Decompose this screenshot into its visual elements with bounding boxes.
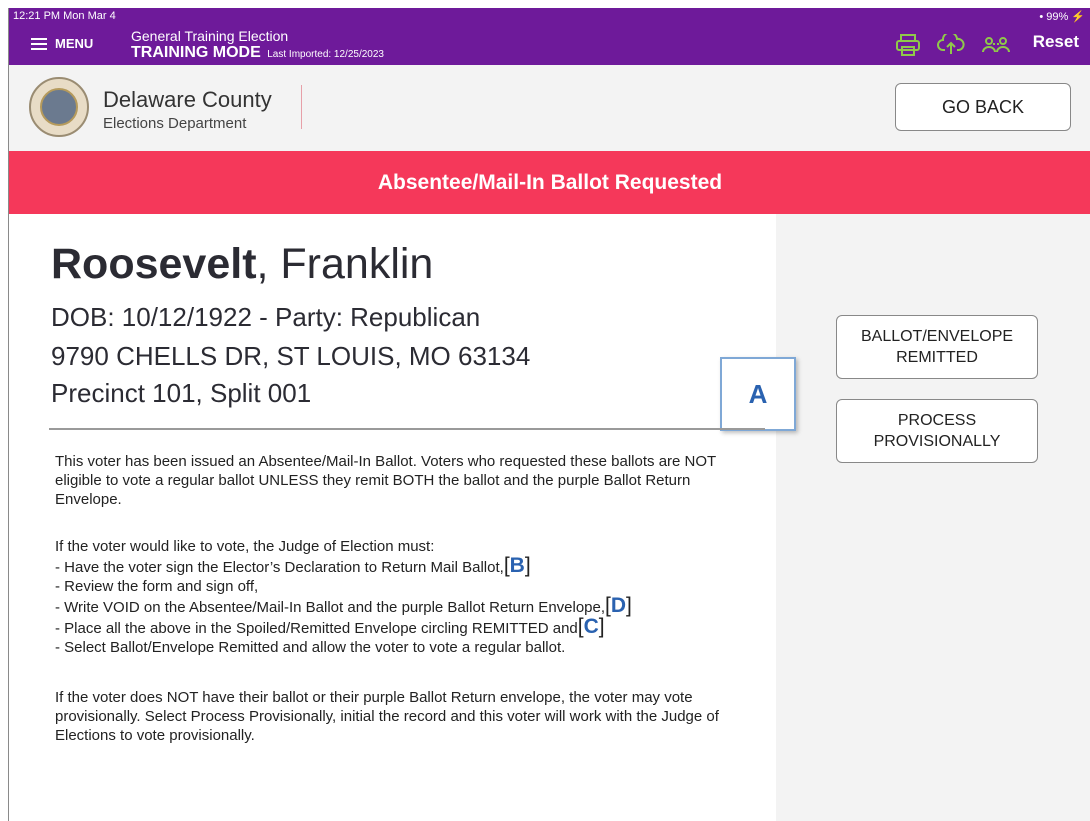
training-line: TRAINING MODE Last Imported: 12/25/2023 (131, 44, 384, 62)
go-back-button[interactable]: GO BACK (895, 83, 1071, 131)
top-bar: 12:21 PM Mon Mar 4 • 99% ⚡ MENU General … (9, 8, 1090, 65)
provisional-paragraph: If the voter does NOT have their ballot … (55, 688, 755, 745)
org-name: Delaware County (103, 87, 272, 112)
last-imported: Last Imported: 12/25/2023 (267, 49, 384, 60)
actions-panel (776, 214, 1090, 821)
reset-button[interactable]: Reset (1033, 32, 1079, 52)
provisional-text: If the voter does NOT have their ballot … (55, 689, 719, 744)
voter-last-name: Roosevelt (51, 240, 257, 288)
judge-instructions: If the voter would like to vote, the Jud… (55, 537, 755, 657)
annotation-a: A (720, 357, 796, 431)
voter-address: 9790 CHELLS DR, ST LOUIS, MO 63134 (51, 341, 531, 371)
cloud-upload-icon[interactable] (937, 34, 965, 56)
voter-first-name: , Franklin (256, 240, 434, 288)
ballot-envelope-remitted-button[interactable]: BALLOT/ENVELOPE REMITTED (836, 315, 1038, 379)
annotation-c: [C] (577, 615, 605, 638)
instructions-intro: If the voter would like to vote, the Jud… (55, 538, 435, 555)
header-divider (301, 85, 302, 129)
eligibility-paragraph: This voter has been issued an Absentee/M… (55, 452, 755, 509)
election-title: General Training Election (131, 28, 289, 44)
org-header: Delaware County Elections Department GO … (9, 65, 1090, 152)
step-item: - Review the form and sign off, (55, 578, 259, 595)
provisional-label-line1: PROCESS (897, 412, 977, 429)
step-item: - Have the voter sign the Elector’s Decl… (55, 554, 531, 577)
training-mode-label: TRAINING MODE (131, 44, 261, 61)
printer-icon[interactable] (895, 34, 921, 56)
status-banner: Absentee/Mail-In Ballot Requested (9, 151, 1090, 214)
top-icons (895, 34, 1011, 56)
annotation-d: [D] (605, 594, 632, 617)
hamburger-icon (31, 37, 47, 50)
step-item: - Place all the above in the Spoiled/Rem… (55, 615, 605, 638)
org-department: Elections Department (103, 115, 247, 132)
voter-dob-party: DOB: 10/12/1922 - Party: Republican (51, 302, 481, 332)
voter-name: Roosevelt, Franklin (51, 240, 433, 289)
county-seal-logo (29, 77, 89, 137)
step-item: - Select Ballot/Envelope Remitted and al… (55, 639, 566, 656)
remitted-label-line1: BALLOT/ENVELOPE (860, 328, 1014, 345)
status-time: 12:21 PM Mon Mar 4 (13, 10, 116, 22)
status-battery: • 99% ⚡ (1039, 11, 1085, 23)
users-icon[interactable] (981, 35, 1011, 55)
provisional-label-line2: PROVISIONALLY (873, 433, 1001, 450)
annotation-b: [B] (503, 554, 531, 577)
section-divider (49, 428, 765, 430)
menu-button[interactable]: MENU (31, 36, 93, 51)
step-item: - Write VOID on the Absentee/Mail-In Bal… (55, 594, 632, 617)
menu-label: MENU (55, 36, 94, 51)
app-frame: 12:21 PM Mon Mar 4 • 99% ⚡ MENU General … (8, 8, 1090, 821)
remitted-label-line2: REMITTED (896, 349, 978, 366)
process-provisionally-button[interactable]: PROCESS PROVISIONALLY (836, 399, 1038, 463)
voter-precinct: Precinct 101, Split 001 (51, 378, 312, 408)
eligibility-text: This voter has been issued an Absentee/M… (55, 453, 716, 508)
